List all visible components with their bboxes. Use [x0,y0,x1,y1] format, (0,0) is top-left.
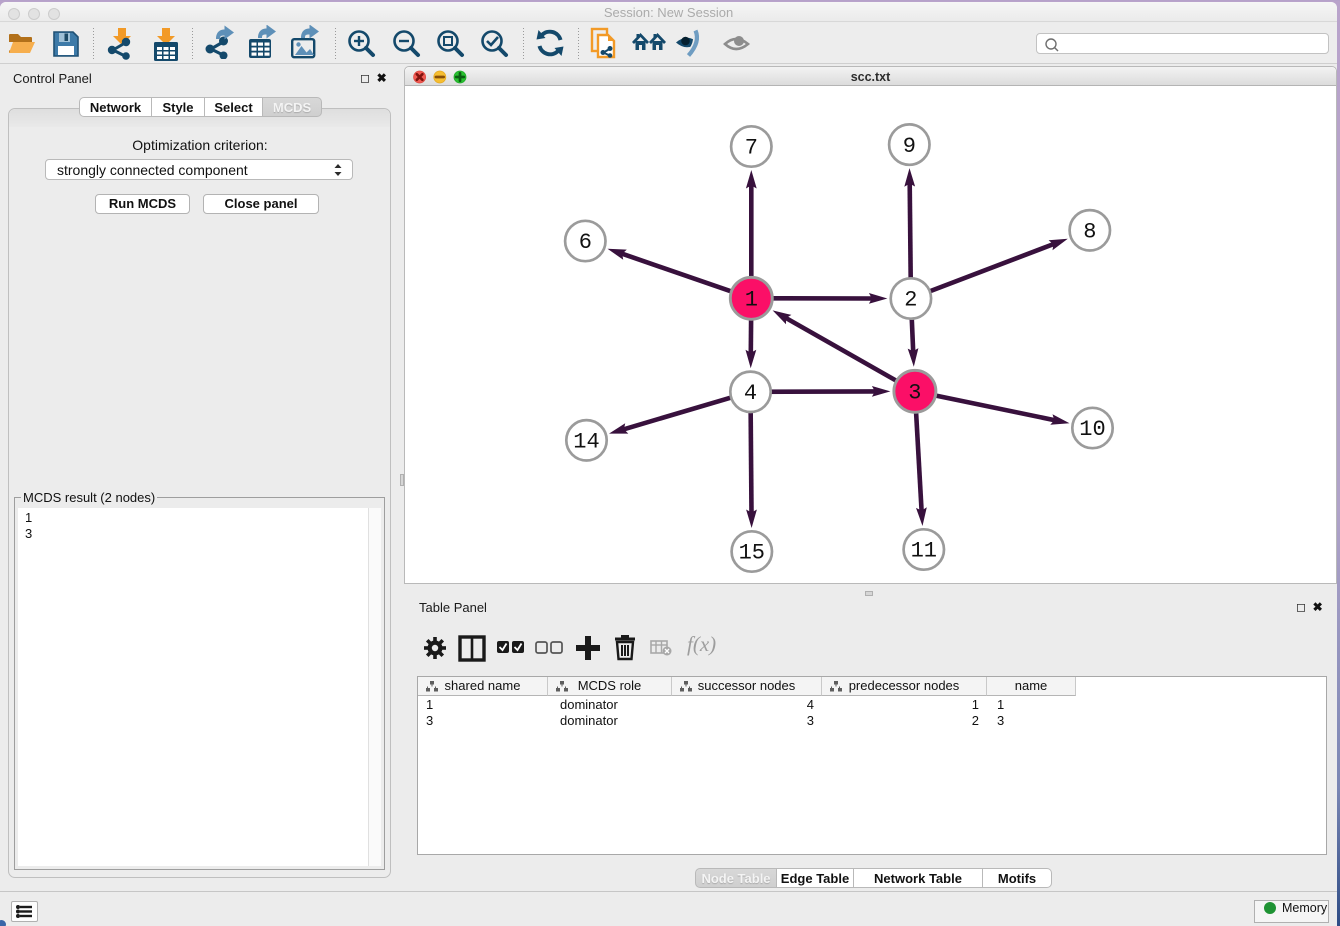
svg-text:8: 8 [1083,220,1096,245]
svg-text:4: 4 [744,381,757,406]
svg-text:1: 1 [745,288,758,313]
svg-text:7: 7 [745,136,758,161]
svg-text:11: 11 [911,539,937,564]
svg-text:9: 9 [903,134,916,159]
svg-text:10: 10 [1079,417,1105,442]
svg-text:14: 14 [573,430,599,455]
svg-text:2: 2 [904,288,917,313]
svg-text:15: 15 [739,541,765,566]
svg-text:6: 6 [579,230,592,255]
svg-text:3: 3 [908,381,921,406]
